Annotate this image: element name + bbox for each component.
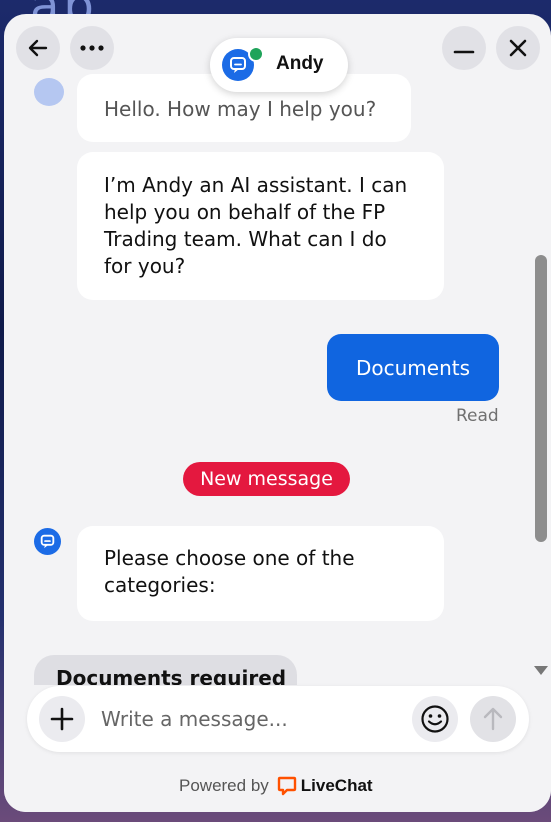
minimize-icon	[453, 50, 475, 54]
emoji-icon	[421, 705, 449, 733]
agent-avatar-faded	[34, 78, 64, 106]
more-options-button[interactable]	[70, 26, 114, 70]
more-dots-icon	[80, 45, 104, 51]
close-button[interactable]	[496, 26, 540, 70]
emoji-button[interactable]	[412, 696, 458, 742]
message-input[interactable]	[99, 700, 403, 738]
minimize-button[interactable]	[442, 26, 486, 70]
back-arrow-icon	[28, 39, 48, 57]
powered-by[interactable]: Powered by LiveChat	[179, 774, 373, 798]
chat-bot-icon	[40, 534, 55, 549]
powered-by-label: Powered by	[179, 776, 269, 795]
scroll-down-arrow-icon[interactable]	[534, 666, 548, 675]
livechat-brand: LiveChat	[300, 776, 373, 795]
message-input-box	[27, 686, 529, 752]
agent-message: Please choose one of the categories:	[77, 526, 444, 621]
close-icon	[509, 39, 527, 57]
online-status-dot	[248, 46, 264, 62]
chat-bot-icon	[230, 57, 246, 73]
add-attachment-button[interactable]	[39, 696, 85, 742]
send-arrow-icon	[483, 707, 503, 731]
livechat-logo-icon	[277, 776, 296, 796]
send-button[interactable]	[470, 696, 516, 742]
scrollbar-thumb[interactable]	[535, 255, 547, 542]
agent-avatar-small	[34, 528, 61, 555]
new-message-badge[interactable]: New message	[183, 462, 350, 496]
plus-icon	[50, 707, 74, 731]
read-status: Read	[456, 406, 499, 426]
agent-message: I’m Andy an AI assistant. I can help you…	[77, 152, 444, 300]
agent-name: Andy	[276, 53, 324, 74]
agent-header: Andy	[210, 38, 348, 92]
chat-window: Andy Hello. How may I help you? I’m Andy…	[4, 14, 551, 812]
back-button[interactable]	[16, 26, 60, 70]
user-message: Documents	[327, 334, 499, 401]
